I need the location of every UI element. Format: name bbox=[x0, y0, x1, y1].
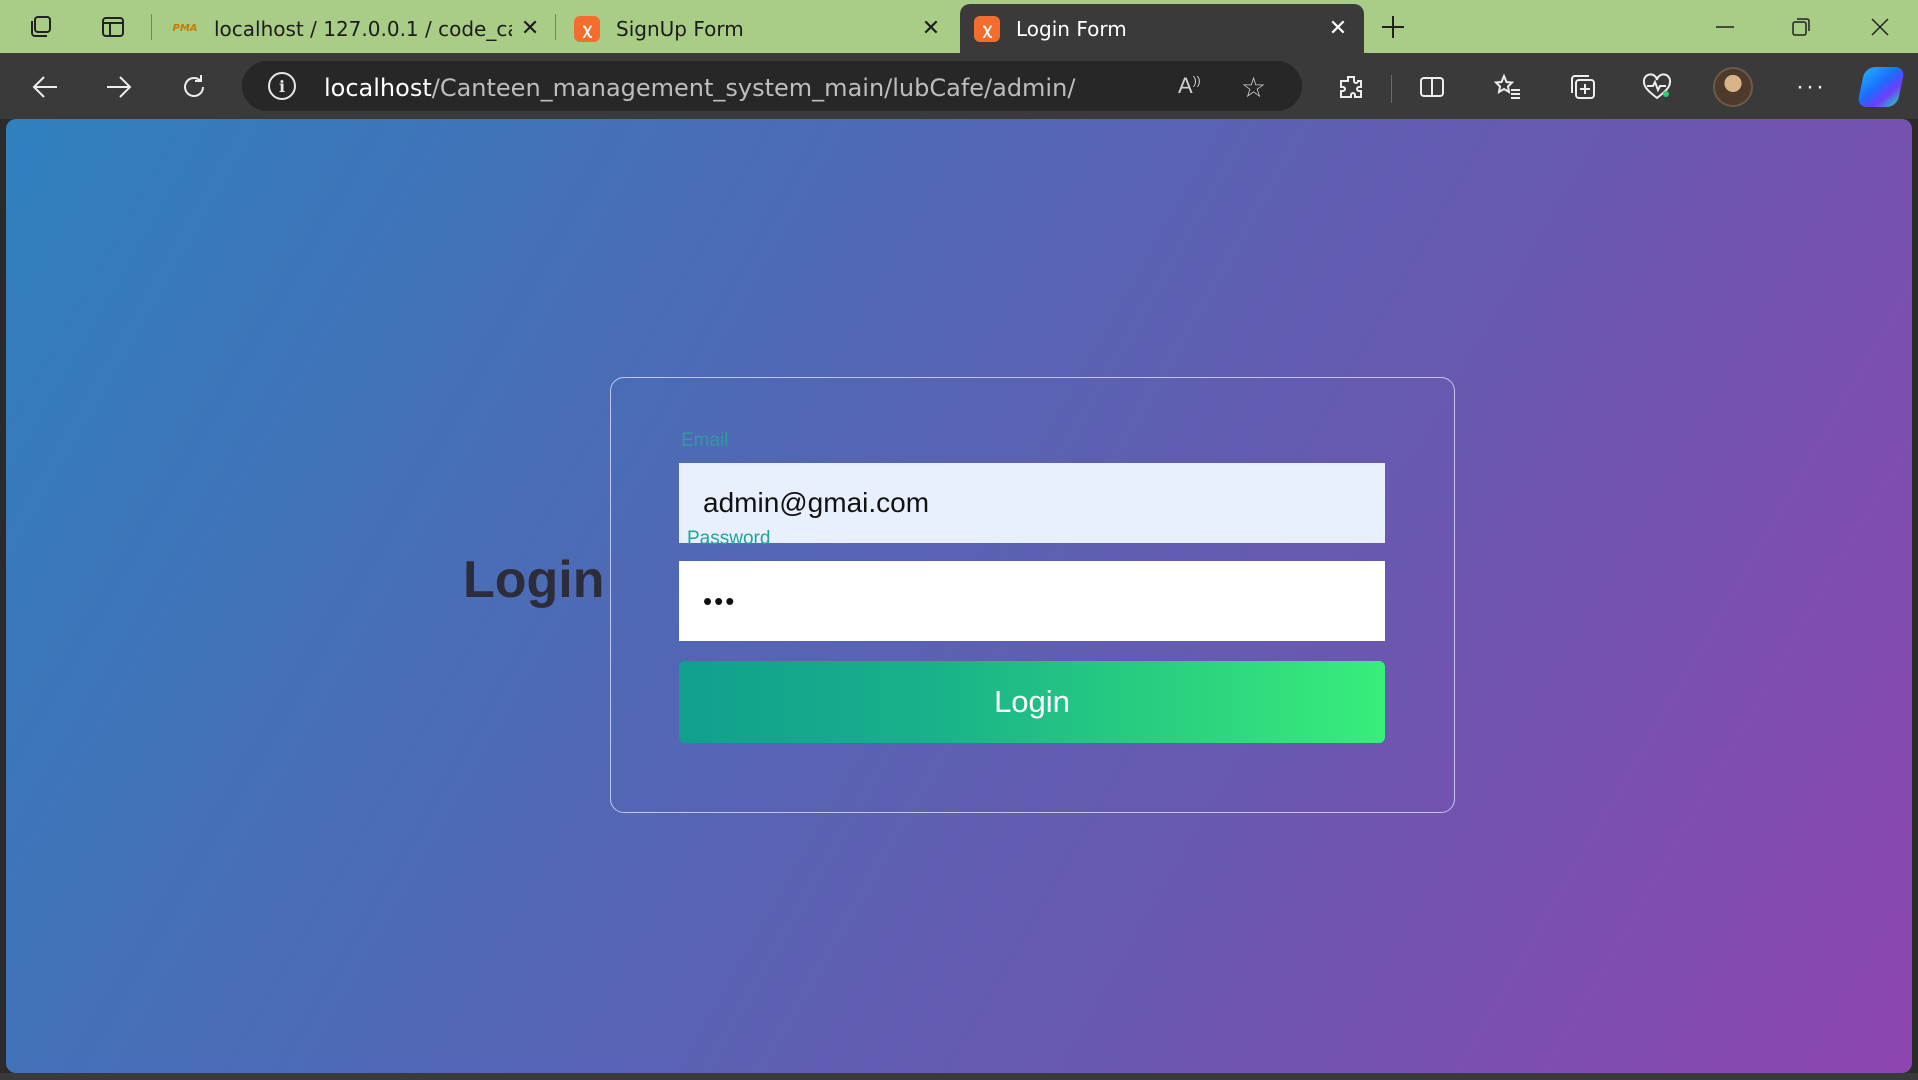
tab-actions-icon[interactable] bbox=[98, 12, 128, 42]
extensions-icon[interactable] bbox=[1331, 67, 1371, 107]
tab-strip: PMA localhost / 127.0.0.1 / code_campus … bbox=[0, 0, 1918, 53]
url-host: localhost bbox=[324, 74, 432, 102]
restore-icon[interactable] bbox=[1763, 0, 1839, 53]
close-tab-icon[interactable]: ✕ bbox=[919, 16, 943, 41]
tab-signup-form[interactable]: ꭓ SignUp Form ✕ bbox=[560, 4, 957, 53]
tab-separator bbox=[151, 14, 152, 40]
minimize-icon[interactable] bbox=[1687, 0, 1763, 53]
forward-icon[interactable] bbox=[99, 67, 139, 107]
tab-phpmyadmin[interactable]: PMA localhost / 127.0.0.1 / code_campus … bbox=[158, 4, 554, 53]
xampp-icon: ꭓ bbox=[574, 15, 600, 42]
close-window-icon[interactable] bbox=[1842, 0, 1918, 53]
address-bar[interactable]: i localhost/Canteen_management_system_ma… bbox=[242, 61, 1302, 111]
tab-title: SignUp Form bbox=[616, 16, 744, 41]
phpmyadmin-icon: PMA bbox=[172, 23, 198, 34]
profile-avatar[interactable] bbox=[1713, 67, 1753, 107]
url-text[interactable]: localhost/Canteen_management_system_main… bbox=[324, 74, 1075, 102]
email-label: Email bbox=[681, 430, 729, 451]
browser-essentials-icon[interactable] bbox=[1637, 67, 1677, 107]
toolbar-separator bbox=[1391, 75, 1392, 103]
page-title: Login bbox=[463, 551, 605, 609]
login-button[interactable]: Login bbox=[679, 661, 1385, 743]
more-options-icon[interactable]: ··· bbox=[1791, 67, 1831, 107]
collections-icon[interactable] bbox=[1563, 67, 1603, 107]
email-field[interactable] bbox=[679, 463, 1385, 543]
url-path: /Canteen_management_system_main/lubCafe/… bbox=[431, 74, 1076, 102]
favorite-star-icon[interactable]: ☆ bbox=[1241, 71, 1266, 104]
split-screen-icon[interactable] bbox=[1412, 67, 1452, 107]
back-icon[interactable] bbox=[25, 67, 65, 107]
page-viewport: Login Email Password Login bbox=[6, 119, 1912, 1073]
xampp-icon: ꭓ bbox=[974, 15, 1000, 42]
login-card: Email Password Login bbox=[610, 377, 1455, 813]
tab-separator bbox=[555, 14, 556, 40]
read-aloud-icon[interactable]: A)) bbox=[1178, 73, 1201, 99]
password-label: Password bbox=[687, 528, 771, 549]
favorites-icon[interactable] bbox=[1488, 67, 1528, 107]
window-bottom-edge bbox=[0, 1073, 1918, 1080]
browser-toolbar: i localhost/Canteen_management_system_ma… bbox=[0, 53, 1918, 119]
close-tab-icon[interactable]: ✕ bbox=[520, 16, 540, 41]
tab-title: localhost / 127.0.0.1 / code_campus bbox=[214, 16, 512, 41]
workspaces-icon[interactable] bbox=[26, 12, 56, 42]
close-tab-icon[interactable]: ✕ bbox=[1326, 16, 1350, 41]
password-field[interactable] bbox=[679, 561, 1385, 641]
refresh-icon[interactable] bbox=[174, 67, 214, 107]
new-tab-icon[interactable] bbox=[1378, 12, 1408, 42]
site-info-icon[interactable]: i bbox=[268, 72, 296, 100]
tab-login-form[interactable]: ꭓ Login Form ✕ bbox=[960, 4, 1364, 53]
copilot-icon[interactable] bbox=[1856, 67, 1906, 107]
tab-title: Login Form bbox=[1016, 16, 1127, 41]
